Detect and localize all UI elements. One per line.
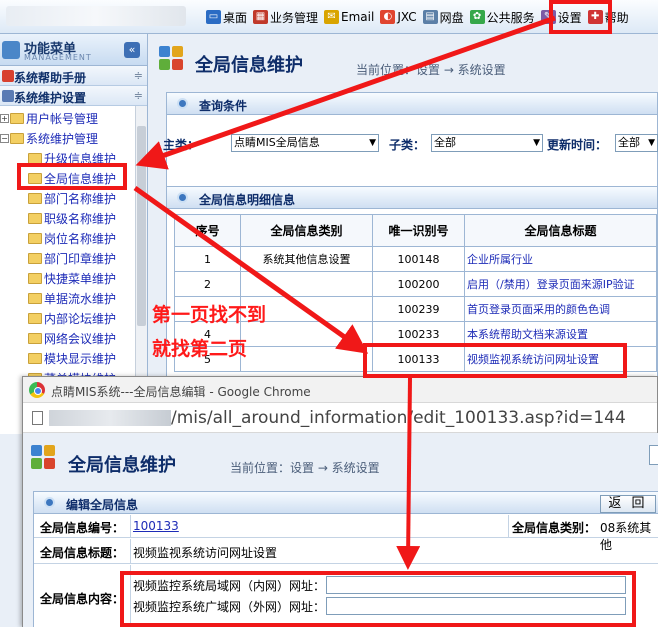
arrow-to-menu xyxy=(135,15,556,170)
arrow-to-row xyxy=(133,185,369,354)
arrow-to-fields xyxy=(396,377,421,570)
annotation-arrows xyxy=(133,15,556,570)
